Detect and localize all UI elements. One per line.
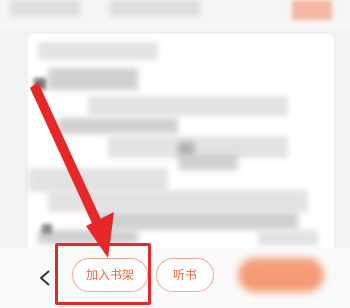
blurred-title bbox=[10, 0, 80, 16]
blurred-mark bbox=[42, 224, 52, 234]
back-chevron-icon[interactable] bbox=[36, 268, 56, 288]
blurred-text-line bbox=[28, 168, 168, 192]
blurred-text-line bbox=[48, 190, 308, 212]
blurred-text-line bbox=[98, 212, 298, 230]
blurred-text-line bbox=[38, 42, 158, 60]
top-strip bbox=[0, 0, 350, 28]
blurred-text-line bbox=[88, 96, 288, 116]
blurred-badge bbox=[292, 0, 332, 20]
listen-button[interactable]: 听书 bbox=[156, 258, 214, 292]
blurred-mark bbox=[34, 78, 46, 90]
blurred-text-line bbox=[58, 118, 178, 134]
highlight-box bbox=[55, 243, 151, 305]
blurred-text-line bbox=[48, 68, 138, 90]
blurred-subtitle bbox=[110, 0, 200, 16]
blurred-text-line bbox=[258, 230, 318, 246]
blurred-text-line bbox=[38, 230, 138, 244]
blurred-text-line bbox=[178, 154, 238, 170]
read-button[interactable] bbox=[238, 258, 324, 292]
book-detail-card bbox=[28, 34, 334, 264]
